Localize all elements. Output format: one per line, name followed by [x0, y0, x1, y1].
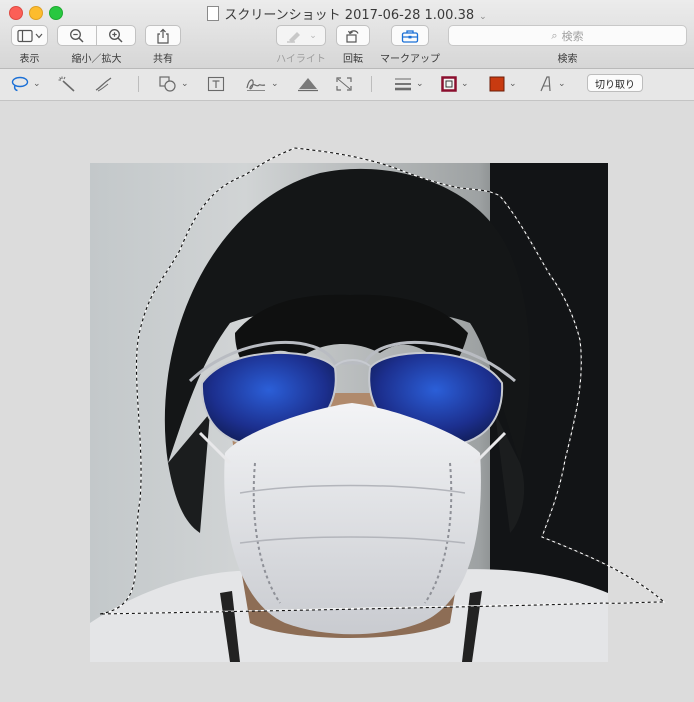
instant-alpha-tool[interactable]: [58, 75, 76, 93]
text-style-icon: [540, 76, 551, 92]
signature-icon: [246, 79, 266, 91]
fill-color-dropdown-icon[interactable]: ⌄: [509, 79, 517, 89]
zoom-label: 縮小／拡大: [71, 54, 122, 65]
highlighter-icon: [287, 31, 301, 43]
shape-style-tool[interactable]: ⌄: [394, 75, 424, 93]
fill-color-icon: [489, 76, 505, 92]
text-style-dropdown-icon[interactable]: ⌄: [558, 79, 566, 89]
sign-tool[interactable]: ⌄: [245, 75, 279, 93]
preview-window: スクリーンショット 2017-06-28 1.00.38 ⌄ 表示 縮小／拡大 …: [0, 0, 694, 702]
sketch-tool[interactable]: [94, 75, 114, 93]
window-title: スクリーンショット 2017-06-28 1.00.38: [224, 8, 475, 23]
shapes-icon: [159, 76, 176, 92]
rotate-button[interactable]: [336, 25, 370, 46]
toolbox-icon: [401, 29, 419, 43]
search-label: 検索: [557, 54, 578, 65]
border-color-icon: [441, 76, 457, 92]
adjust-color-icon: [298, 78, 318, 92]
text-box-icon: [207, 76, 225, 92]
title-chevron-icon[interactable]: ⌄: [479, 12, 487, 22]
window-title-bar[interactable]: スクリーンショット 2017-06-28 1.00.38 ⌄: [0, 4, 694, 23]
fill-color-swatch: [489, 76, 505, 92]
shapes-tool[interactable]: ⌄: [159, 75, 189, 93]
highlight-label: ハイライト: [276, 54, 326, 65]
zoom-in-icon: [109, 28, 123, 43]
rotate-label: 回転: [343, 54, 363, 65]
share-label: 共有: [153, 54, 173, 65]
resize-icon: [336, 77, 352, 91]
lasso-selection-tool[interactable]: ⌄: [11, 75, 41, 93]
border-color-tool[interactable]: ⌄: [441, 75, 469, 93]
line-style-icon: [395, 78, 411, 91]
text-tool[interactable]: [207, 75, 225, 93]
zoom-out-button[interactable]: [57, 25, 97, 46]
shape-style-dropdown-icon[interactable]: ⌄: [416, 79, 424, 89]
markup-label: マークアップ: [380, 54, 440, 65]
zoom-in-button[interactable]: [96, 25, 136, 46]
zoom-out-icon: [70, 28, 84, 43]
document-icon: [207, 6, 220, 21]
view-button[interactable]: [11, 25, 48, 46]
search-icon: ⌕: [551, 28, 558, 42]
markup-divider: [138, 76, 139, 92]
sign-dropdown-icon[interactable]: ⌄: [271, 79, 279, 89]
magic-wand-icon: [58, 76, 75, 92]
shapes-dropdown-icon[interactable]: ⌄: [181, 79, 189, 89]
sidebar-icon: [16, 29, 42, 42]
search-field[interactable]: ⌕ 検索: [448, 25, 687, 46]
adjust-color-tool[interactable]: [297, 75, 319, 93]
pen-icon: [95, 77, 112, 92]
share-button[interactable]: [145, 25, 181, 46]
adjust-size-tool[interactable]: [335, 75, 353, 93]
search-placeholder: 検索: [561, 29, 584, 43]
text-style-tool[interactable]: ⌄: [538, 75, 566, 93]
document-image[interactable]: [90, 163, 608, 662]
highlight-button[interactable]: ⌄: [276, 25, 326, 46]
view-label: 表示: [19, 54, 40, 65]
fill-color-tool[interactable]: ⌄: [489, 75, 517, 93]
markup-divider: [371, 76, 372, 92]
lasso-dropdown-icon[interactable]: ⌄: [33, 79, 41, 89]
rotate-left-icon: [346, 29, 359, 43]
border-color-swatch: [441, 76, 457, 92]
window-toolbar: スクリーンショット 2017-06-28 1.00.38 ⌄ 表示 縮小／拡大 …: [0, 0, 694, 69]
markup-toolbar-button[interactable]: [391, 25, 429, 46]
lasso-icon: [11, 76, 29, 92]
share-icon: [157, 28, 169, 44]
markup-toolbar: ⌄ ⌄ ⌄ ⌄ ⌄ ⌄ ⌄ 切り取り: [0, 69, 694, 101]
border-color-dropdown-icon[interactable]: ⌄: [461, 79, 469, 89]
portrait-photo: [90, 163, 608, 662]
crop-button[interactable]: 切り取り: [587, 74, 643, 92]
highlight-dropdown-icon: ⌄: [309, 30, 317, 41]
